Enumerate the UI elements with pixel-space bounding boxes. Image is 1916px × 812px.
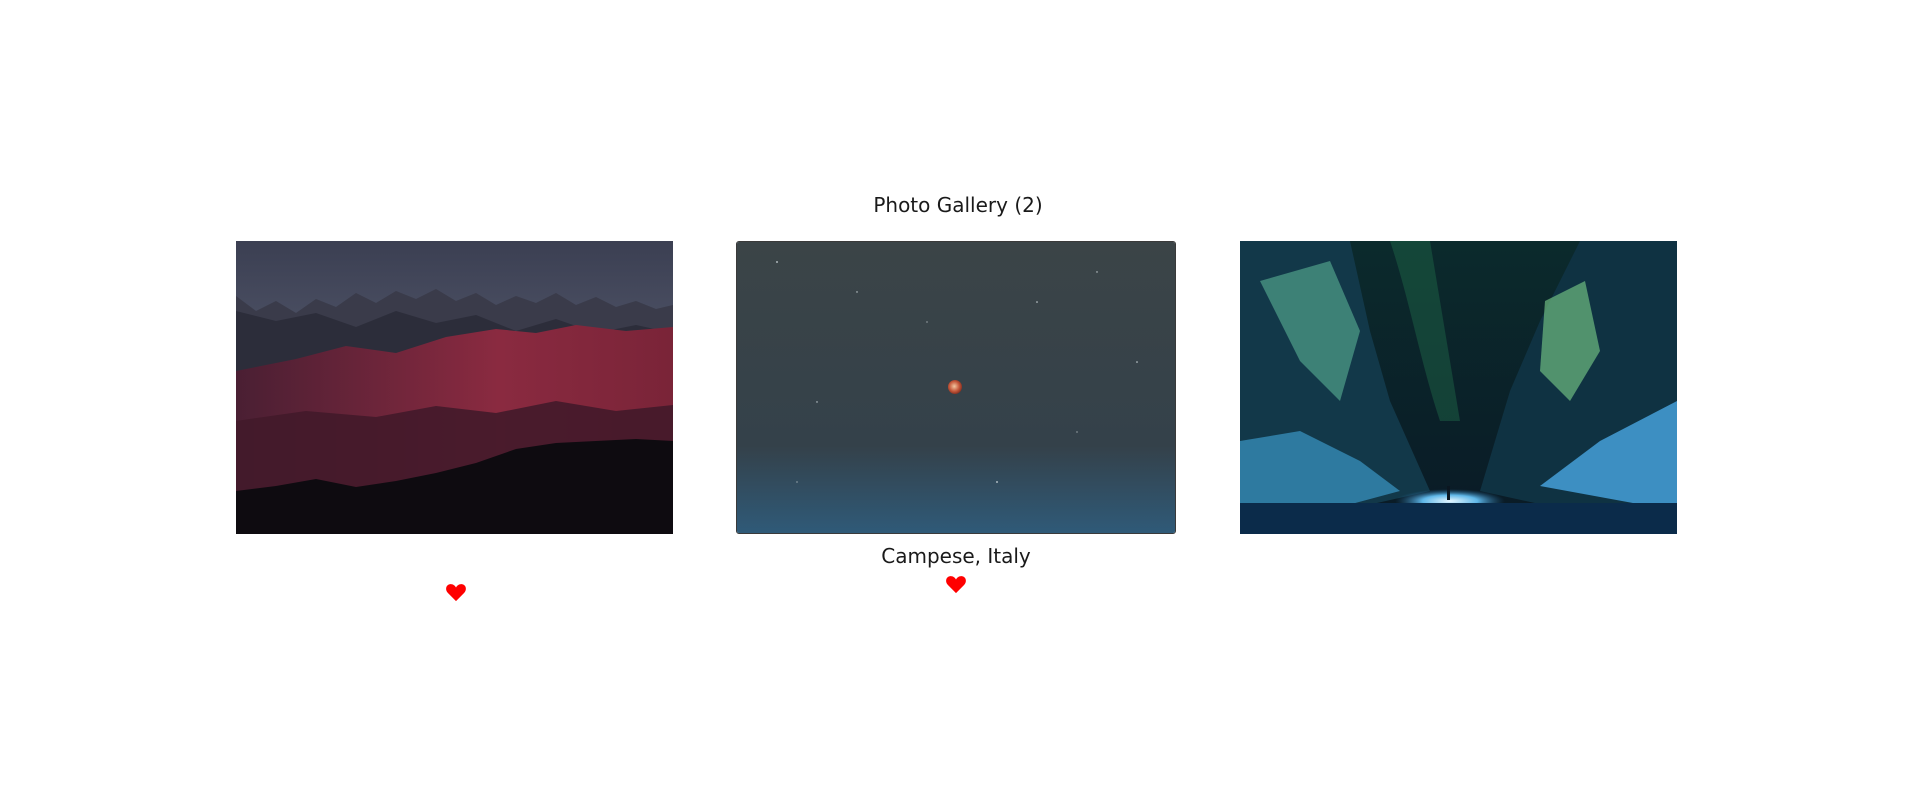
photo-card <box>236 241 676 606</box>
mountains-image <box>236 241 673 534</box>
photo-mountains[interactable] <box>236 241 673 534</box>
photo-caption <box>236 542 676 570</box>
heart-icon[interactable] <box>945 574 967 594</box>
photo-card <box>1240 241 1680 570</box>
moon-sky-image <box>737 242 1175 533</box>
like-container <box>236 582 676 606</box>
photo-caption: Campese, Italy <box>881 544 1031 568</box>
photo-aurora[interactable] <box>1240 241 1677 534</box>
photo-card: Campese, Italy <box>736 241 1176 598</box>
photo-gallery-page: Photo Gallery (2) Campese, Italy <box>0 0 1916 812</box>
photo-moon[interactable] <box>736 241 1176 534</box>
gallery-title: Photo Gallery (2) <box>873 193 1043 217</box>
aurora-canyon-image <box>1240 241 1677 534</box>
photo-caption <box>1240 542 1680 570</box>
like-container <box>736 574 1176 598</box>
heart-icon[interactable] <box>445 582 467 602</box>
